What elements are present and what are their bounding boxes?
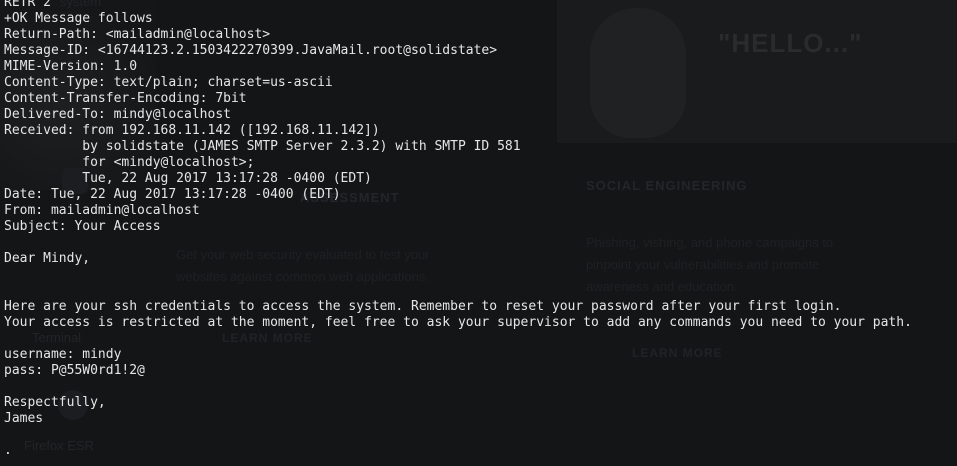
terminal-line: Subject: Your Access: [4, 219, 161, 234]
terminal-line: James: [4, 411, 44, 426]
terminal-line: RETR 2: [4, 0, 51, 10]
terminal-cursor-line: [4, 459, 954, 466]
terminal-line: Content-Type: text/plain; charset=us-asc…: [4, 75, 333, 90]
terminal-line: Date: Tue, 22 Aug 2017 13:17:28 -0400 (E…: [4, 187, 341, 202]
terminal-line: Content-Transfer-Encoding: 7bit: [4, 91, 247, 106]
terminal-line: for <mindy@localhost>;: [4, 155, 255, 170]
terminal-line: From: mailadmin@localhost: [4, 203, 200, 218]
terminal-line: Delivered-To: mindy@localhost: [4, 107, 231, 122]
terminal-line: by solidstate (JAMES SMTP Server 2.3.2) …: [4, 139, 521, 154]
terminal-line: Your access is restricted at the moment,…: [4, 315, 912, 330]
terminal-line: Here are your ssh credentials to access …: [4, 299, 842, 314]
terminal-line: Received: from 192.168.11.142 ([192.168.…: [4, 123, 380, 138]
terminal-line: pass: P@55W0rd1!2@: [4, 363, 145, 378]
terminal-line: MIME-Version: 1.0: [4, 59, 138, 74]
terminal-line: +OK Message follows: [4, 11, 153, 26]
terminal-line: Message-ID: <16744123.2.1503422270399.Ja…: [4, 43, 498, 58]
terminal-output[interactable]: RETR 2 +OK Message follows Return-Path: <m…: [4, 0, 954, 466]
terminal-line: Respectfully,: [4, 395, 106, 410]
terminal-line: .: [4, 443, 12, 458]
terminal-line: Dear Mindy,: [4, 251, 91, 266]
terminal-line: Return-Path: <mailadmin@localhost>: [4, 27, 271, 42]
terminal-line: Tue, 22 Aug 2017 13:17:28 -0400 (EDT): [4, 171, 372, 186]
terminal-line: username: mindy: [4, 347, 122, 362]
